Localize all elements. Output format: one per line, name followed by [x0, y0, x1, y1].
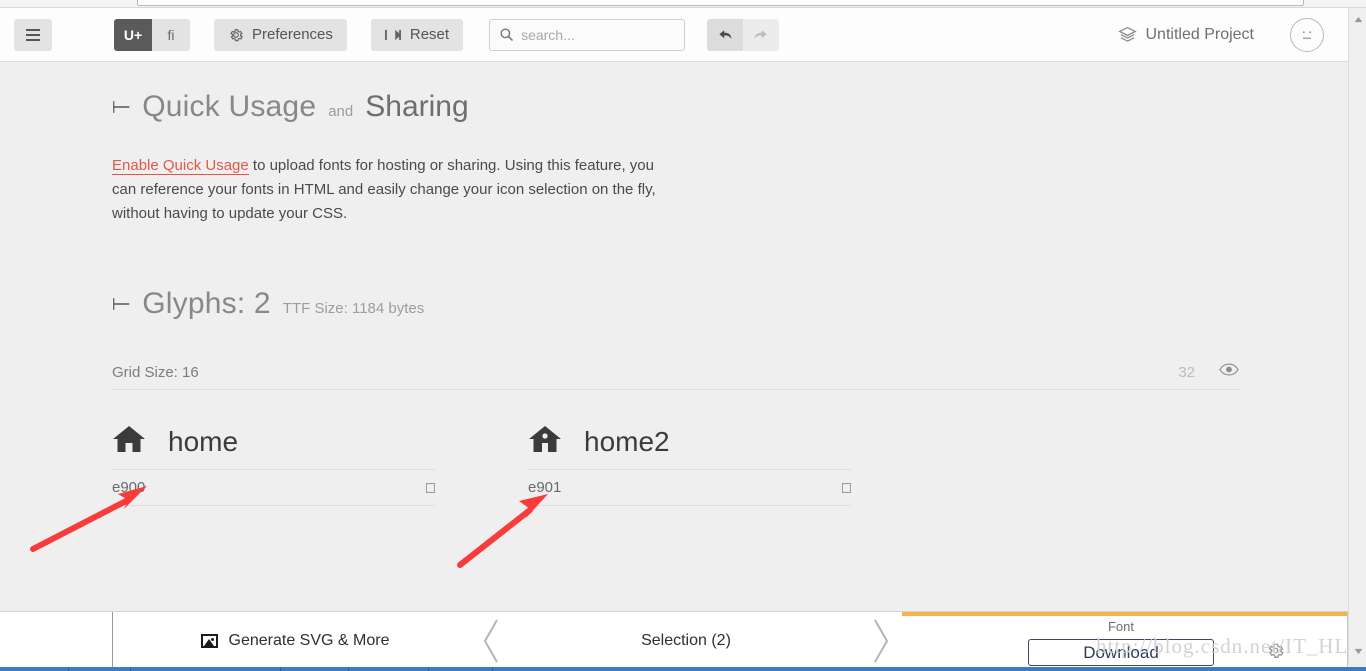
- glyph-preview-box: [842, 482, 851, 493]
- app-toolbar: U+ fi Preferences Reset search... Untitl…: [0, 8, 1348, 62]
- grid-size-label: Grid Size: 16: [112, 363, 199, 381]
- glyph-code-row[interactable]: e900: [112, 479, 435, 506]
- browser-chrome-strip: [0, 0, 1366, 8]
- neutral-face-icon: [1302, 30, 1312, 39]
- selection-tab[interactable]: Selection (2): [505, 612, 867, 669]
- eye-icon[interactable]: [1219, 363, 1239, 381]
- undo-redo-group: [707, 18, 780, 51]
- undo-button[interactable]: [707, 18, 744, 51]
- hamburger-menu-button[interactable]: [14, 18, 52, 51]
- triangle-down-icon: [1354, 648, 1362, 654]
- ttf-size-label: TTF Size: 1184 bytes: [282, 300, 425, 317]
- app-root: U+ fi Preferences Reset search... Untitl…: [0, 0, 1366, 671]
- gear-icon[interactable]: [1266, 641, 1285, 665]
- glyph-code-value: e900: [112, 479, 146, 496]
- os-taskbar-strip: [0, 667, 1366, 671]
- image-icon: [200, 633, 218, 648]
- chevron-down-icon[interactable]: ⟝: [112, 292, 130, 314]
- hamburger-icon: [26, 28, 40, 41]
- undo-arrow-icon: [719, 29, 732, 39]
- glyph-code-row[interactable]: e901: [528, 479, 851, 506]
- home-icon: [112, 424, 146, 459]
- reset-label: Reset: [409, 26, 450, 43]
- project-name: Untitled Project: [1145, 25, 1255, 43]
- preferences-label: Preferences: [252, 26, 333, 43]
- font-label: Font: [1107, 619, 1134, 634]
- glyphs-title: Glyphs: 2: [142, 287, 271, 320]
- preferences-button[interactable]: Preferences: [214, 18, 347, 51]
- glyph-list: home e900 home2 e901: [112, 424, 1252, 506]
- avatar[interactable]: [1290, 17, 1324, 52]
- ligature-mode-button[interactable]: fi: [152, 18, 190, 51]
- font-tab-accent-bar: [902, 612, 1347, 616]
- scroll-up-button[interactable]: [1349, 11, 1366, 27]
- unicode-ligature-toggle[interactable]: U+ fi: [114, 18, 190, 51]
- glyph-code-value: e901: [528, 479, 562, 496]
- download-button[interactable]: Download: [1028, 639, 1214, 666]
- glyph-item[interactable]: home2 e901: [528, 424, 851, 506]
- breadcrumb-chevron-right-icon: [867, 612, 895, 669]
- bottom-bar-left-spacer: [0, 612, 113, 669]
- browser-address-bar[interactable]: [137, 0, 1304, 6]
- redo-arrow-icon: [754, 29, 767, 39]
- glyph-name: home2: [584, 425, 670, 457]
- reset-button[interactable]: Reset: [370, 18, 464, 51]
- glyph-name: home: [168, 425, 239, 457]
- grid-size-row: Grid Size: 16 32: [112, 363, 1239, 390]
- quick-usage-section-header[interactable]: ⟝ Quick Usage and Sharing: [112, 90, 678, 124]
- search-input[interactable]: [521, 26, 662, 43]
- glyph-header: home: [112, 424, 435, 470]
- page-scrollbar[interactable]: [1348, 8, 1366, 663]
- font-tab[interactable]: Font Download: [895, 612, 1348, 669]
- glyph-preview-box: [426, 482, 435, 493]
- quick-usage-description: Enable Quick Usage to upload fonts for h…: [112, 154, 678, 226]
- bottom-bar: Generate SVG & More Selection (2) Font D…: [0, 611, 1348, 669]
- search-box[interactable]: [489, 18, 686, 51]
- main-content: ⟝ Quick Usage and Sharing Enable Quick U…: [0, 62, 1348, 611]
- chevron-down-icon[interactable]: ⟝: [112, 95, 130, 117]
- glyph-header: home2: [528, 424, 851, 470]
- search-icon: [500, 28, 514, 42]
- reset-icon: [384, 29, 402, 40]
- redo-button[interactable]: [743, 18, 780, 51]
- project-indicator[interactable]: Untitled Project: [1117, 25, 1255, 44]
- generate-svg-label: Generate SVG & More: [228, 631, 390, 649]
- selection-label: Selection (2): [641, 631, 731, 649]
- grid-size-max-value: 32: [1178, 363, 1195, 381]
- glyph-item[interactable]: home e900: [112, 424, 435, 506]
- scroll-down-button[interactable]: [1349, 643, 1366, 659]
- triangle-up-icon: [1354, 16, 1362, 22]
- quick-usage-sharing: Sharing: [365, 90, 469, 123]
- layers-icon: [1117, 26, 1137, 42]
- glyphs-section-header[interactable]: ⟝ Glyphs: 2 TTF Size: 1184 bytes: [112, 287, 1252, 321]
- quick-usage-conjunction: and: [328, 103, 354, 120]
- generate-svg-tab[interactable]: Generate SVG & More: [113, 612, 477, 669]
- breadcrumb-chevron-left-icon: [477, 612, 505, 669]
- unicode-mode-button[interactable]: U+: [114, 18, 152, 51]
- quick-usage-title: Quick Usage: [142, 90, 317, 123]
- home-icon: [528, 424, 562, 459]
- enable-quick-usage-link[interactable]: Enable Quick Usage: [112, 157, 249, 175]
- gear-icon: [230, 28, 244, 41]
